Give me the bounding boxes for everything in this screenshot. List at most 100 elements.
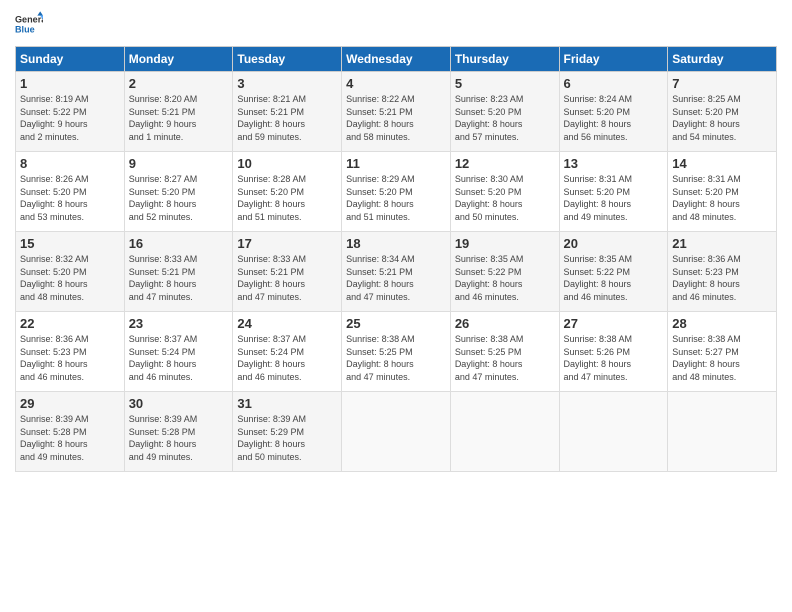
day-info: Sunrise: 8:38 AMSunset: 5:25 PMDaylight:… [346,333,446,383]
calendar-cell: 24 Sunrise: 8:37 AMSunset: 5:24 PMDaylig… [233,312,342,392]
day-info: Sunrise: 8:31 AMSunset: 5:20 PMDaylight:… [672,173,772,223]
header: General Blue [15,10,777,38]
calendar-cell: 23 Sunrise: 8:37 AMSunset: 5:24 PMDaylig… [124,312,233,392]
day-info: Sunrise: 8:33 AMSunset: 5:21 PMDaylight:… [237,253,337,303]
day-number: 5 [455,76,555,91]
calendar-table: SundayMondayTuesdayWednesdayThursdayFrid… [15,46,777,472]
day-info: Sunrise: 8:20 AMSunset: 5:21 PMDaylight:… [129,93,229,143]
day-number: 19 [455,236,555,251]
day-number: 29 [20,396,120,411]
week-row-2: 8 Sunrise: 8:26 AMSunset: 5:20 PMDayligh… [16,152,777,232]
day-number: 21 [672,236,772,251]
day-info: Sunrise: 8:22 AMSunset: 5:21 PMDaylight:… [346,93,446,143]
svg-text:Blue: Blue [15,24,35,34]
calendar-cell: 18 Sunrise: 8:34 AMSunset: 5:21 PMDaylig… [342,232,451,312]
day-info: Sunrise: 8:36 AMSunset: 5:23 PMDaylight:… [672,253,772,303]
day-number: 9 [129,156,229,171]
day-info: Sunrise: 8:38 AMSunset: 5:26 PMDaylight:… [564,333,664,383]
calendar-page: General Blue SundayMondayTuesdayWednesda… [0,0,792,612]
svg-text:General: General [15,15,43,25]
day-number: 17 [237,236,337,251]
day-number: 6 [564,76,664,91]
calendar-cell: 13 Sunrise: 8:31 AMSunset: 5:20 PMDaylig… [559,152,668,232]
day-number: 23 [129,316,229,331]
calendar-cell: 16 Sunrise: 8:33 AMSunset: 5:21 PMDaylig… [124,232,233,312]
calendar-cell: 2 Sunrise: 8:20 AMSunset: 5:21 PMDayligh… [124,72,233,152]
day-info: Sunrise: 8:39 AMSunset: 5:28 PMDaylight:… [129,413,229,463]
header-day-saturday: Saturday [668,47,777,72]
day-info: Sunrise: 8:31 AMSunset: 5:20 PMDaylight:… [564,173,664,223]
day-number: 12 [455,156,555,171]
calendar-cell [668,392,777,472]
calendar-cell: 14 Sunrise: 8:31 AMSunset: 5:20 PMDaylig… [668,152,777,232]
calendar-cell: 11 Sunrise: 8:29 AMSunset: 5:20 PMDaylig… [342,152,451,232]
day-info: Sunrise: 8:24 AMSunset: 5:20 PMDaylight:… [564,93,664,143]
calendar-cell: 1 Sunrise: 8:19 AMSunset: 5:22 PMDayligh… [16,72,125,152]
day-info: Sunrise: 8:35 AMSunset: 5:22 PMDaylight:… [455,253,555,303]
header-day-thursday: Thursday [450,47,559,72]
day-number: 18 [346,236,446,251]
calendar-cell: 25 Sunrise: 8:38 AMSunset: 5:25 PMDaylig… [342,312,451,392]
day-number: 26 [455,316,555,331]
calendar-cell: 27 Sunrise: 8:38 AMSunset: 5:26 PMDaylig… [559,312,668,392]
day-info: Sunrise: 8:34 AMSunset: 5:21 PMDaylight:… [346,253,446,303]
header-day-friday: Friday [559,47,668,72]
calendar-cell: 19 Sunrise: 8:35 AMSunset: 5:22 PMDaylig… [450,232,559,312]
day-info: Sunrise: 8:37 AMSunset: 5:24 PMDaylight:… [237,333,337,383]
calendar-cell: 30 Sunrise: 8:39 AMSunset: 5:28 PMDaylig… [124,392,233,472]
day-number: 28 [672,316,772,331]
day-number: 22 [20,316,120,331]
calendar-cell: 3 Sunrise: 8:21 AMSunset: 5:21 PMDayligh… [233,72,342,152]
calendar-cell: 9 Sunrise: 8:27 AMSunset: 5:20 PMDayligh… [124,152,233,232]
calendar-cell: 12 Sunrise: 8:30 AMSunset: 5:20 PMDaylig… [450,152,559,232]
day-number: 24 [237,316,337,331]
calendar-cell: 29 Sunrise: 8:39 AMSunset: 5:28 PMDaylig… [16,392,125,472]
calendar-cell: 20 Sunrise: 8:35 AMSunset: 5:22 PMDaylig… [559,232,668,312]
calendar-cell: 22 Sunrise: 8:36 AMSunset: 5:23 PMDaylig… [16,312,125,392]
day-number: 31 [237,396,337,411]
week-row-3: 15 Sunrise: 8:32 AMSunset: 5:20 PMDaylig… [16,232,777,312]
day-number: 16 [129,236,229,251]
day-info: Sunrise: 8:39 AMSunset: 5:29 PMDaylight:… [237,413,337,463]
calendar-cell: 7 Sunrise: 8:25 AMSunset: 5:20 PMDayligh… [668,72,777,152]
header-day-tuesday: Tuesday [233,47,342,72]
calendar-cell: 15 Sunrise: 8:32 AMSunset: 5:20 PMDaylig… [16,232,125,312]
day-info: Sunrise: 8:35 AMSunset: 5:22 PMDaylight:… [564,253,664,303]
calendar-cell: 10 Sunrise: 8:28 AMSunset: 5:20 PMDaylig… [233,152,342,232]
day-info: Sunrise: 8:27 AMSunset: 5:20 PMDaylight:… [129,173,229,223]
day-info: Sunrise: 8:25 AMSunset: 5:20 PMDaylight:… [672,93,772,143]
day-info: Sunrise: 8:30 AMSunset: 5:20 PMDaylight:… [455,173,555,223]
calendar-cell: 31 Sunrise: 8:39 AMSunset: 5:29 PMDaylig… [233,392,342,472]
day-number: 4 [346,76,446,91]
calendar-cell: 8 Sunrise: 8:26 AMSunset: 5:20 PMDayligh… [16,152,125,232]
day-info: Sunrise: 8:38 AMSunset: 5:27 PMDaylight:… [672,333,772,383]
day-number: 7 [672,76,772,91]
day-info: Sunrise: 8:39 AMSunset: 5:28 PMDaylight:… [20,413,120,463]
week-row-1: 1 Sunrise: 8:19 AMSunset: 5:22 PMDayligh… [16,72,777,152]
day-number: 30 [129,396,229,411]
calendar-cell: 28 Sunrise: 8:38 AMSunset: 5:27 PMDaylig… [668,312,777,392]
header-day-sunday: Sunday [16,47,125,72]
header-day-wednesday: Wednesday [342,47,451,72]
day-number: 10 [237,156,337,171]
logo: General Blue [15,10,43,38]
day-info: Sunrise: 8:29 AMSunset: 5:20 PMDaylight:… [346,173,446,223]
day-number: 8 [20,156,120,171]
calendar-cell [450,392,559,472]
calendar-cell: 17 Sunrise: 8:33 AMSunset: 5:21 PMDaylig… [233,232,342,312]
calendar-cell: 26 Sunrise: 8:38 AMSunset: 5:25 PMDaylig… [450,312,559,392]
day-number: 14 [672,156,772,171]
day-number: 20 [564,236,664,251]
day-info: Sunrise: 8:23 AMSunset: 5:20 PMDaylight:… [455,93,555,143]
day-info: Sunrise: 8:28 AMSunset: 5:20 PMDaylight:… [237,173,337,223]
day-number: 1 [20,76,120,91]
day-info: Sunrise: 8:32 AMSunset: 5:20 PMDaylight:… [20,253,120,303]
day-number: 13 [564,156,664,171]
header-row: SundayMondayTuesdayWednesdayThursdayFrid… [16,47,777,72]
calendar-cell: 4 Sunrise: 8:22 AMSunset: 5:21 PMDayligh… [342,72,451,152]
day-info: Sunrise: 8:21 AMSunset: 5:21 PMDaylight:… [237,93,337,143]
calendar-cell: 6 Sunrise: 8:24 AMSunset: 5:20 PMDayligh… [559,72,668,152]
week-row-5: 29 Sunrise: 8:39 AMSunset: 5:28 PMDaylig… [16,392,777,472]
day-info: Sunrise: 8:33 AMSunset: 5:21 PMDaylight:… [129,253,229,303]
day-number: 11 [346,156,446,171]
